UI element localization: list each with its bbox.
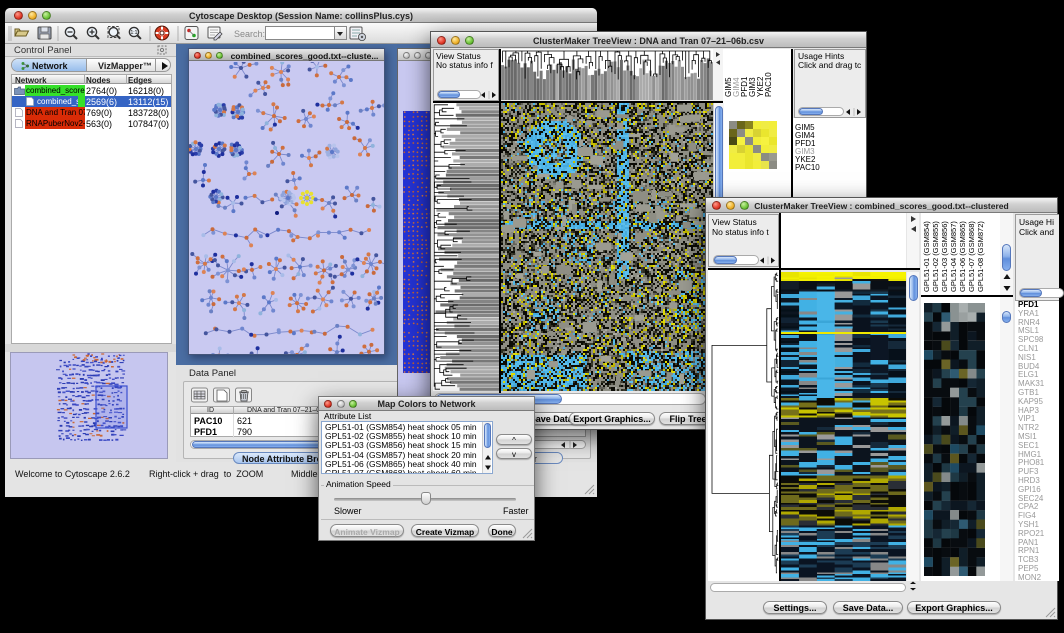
- svg-text:1:1: 1:1: [131, 30, 138, 36]
